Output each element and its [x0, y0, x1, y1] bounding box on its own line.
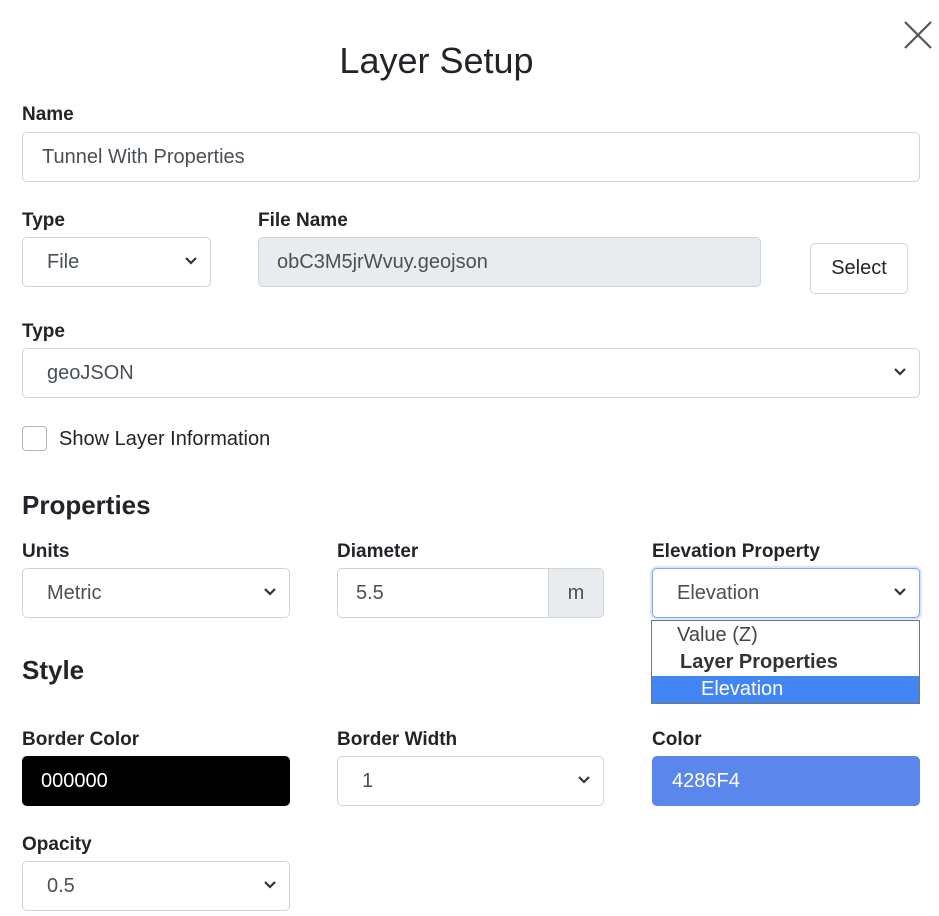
border-width-select[interactable]: 1 [337, 756, 604, 806]
chevron-down-icon [185, 257, 197, 265]
show-layer-info-label[interactable]: Show Layer Information [59, 428, 270, 451]
border-color-value: 000000 [41, 769, 108, 792]
close-button[interactable] [895, 12, 939, 56]
source-type-select[interactable]: File [22, 237, 211, 287]
border-width-value: 1 [362, 769, 374, 792]
source-type-label: Type [22, 210, 65, 231]
file-name-value: obC3M5jrWvuy.geojson [277, 250, 488, 273]
dropdown-option-value-z[interactable]: Value (Z) [652, 622, 919, 649]
properties-heading: Properties [22, 490, 151, 520]
select-file-button-label: Select [831, 257, 887, 279]
diameter-label: Diameter [337, 541, 419, 562]
diameter-input[interactable]: 5.5 [337, 568, 549, 618]
chevron-down-icon [894, 588, 906, 596]
dropdown-option-elevation[interactable]: Elevation [652, 676, 919, 703]
format-type-label: Type [22, 321, 65, 342]
opacity-value: 0.5 [47, 874, 75, 897]
close-icon [904, 21, 932, 49]
name-label: Name [22, 104, 74, 125]
units-label: Units [22, 541, 70, 562]
show-layer-info-checkbox[interactable] [22, 426, 47, 451]
border-color-label: Border Color [22, 729, 140, 750]
color-input[interactable]: 4286F4 [652, 756, 920, 806]
elevation-property-select[interactable]: Elevation [652, 568, 920, 618]
chevron-down-icon [264, 588, 276, 596]
select-file-button[interactable]: Select [810, 243, 908, 294]
file-name-label: File Name [258, 210, 348, 231]
elevation-property-value: Elevation [677, 581, 760, 604]
color-value: 4286F4 [672, 769, 740, 792]
name-input[interactable]: Tunnel With Properties [22, 132, 920, 182]
dropdown-group-layer-properties: Layer Properties [680, 651, 838, 673]
chevron-down-icon [264, 881, 276, 889]
border-color-input[interactable]: 000000 [22, 756, 290, 806]
elevation-property-dropdown: Value (Z) Layer Properties Elevation [651, 620, 920, 704]
border-width-label: Border Width [337, 729, 458, 750]
style-heading: Style [22, 655, 85, 685]
format-type-value: geoJSON [47, 361, 134, 384]
units-value: Metric [47, 581, 102, 604]
color-label: Color [652, 729, 702, 750]
diameter-unit: m [567, 581, 585, 604]
source-type-value: File [47, 250, 80, 273]
name-input-value: Tunnel With Properties [42, 145, 245, 168]
dialog-title: Layer Setup [339, 40, 534, 81]
opacity-label: Opacity [22, 834, 92, 855]
elevation-property-label: Elevation Property [652, 541, 820, 562]
diameter-unit-addon: m [549, 568, 604, 618]
opacity-select[interactable]: 0.5 [22, 861, 290, 911]
diameter-value: 5.5 [356, 581, 384, 604]
chevron-down-icon [894, 368, 906, 376]
chevron-down-icon [578, 776, 590, 784]
units-select[interactable]: Metric [22, 568, 290, 618]
format-type-select[interactable]: geoJSON [22, 348, 920, 398]
file-name-field: obC3M5jrWvuy.geojson [258, 237, 761, 287]
